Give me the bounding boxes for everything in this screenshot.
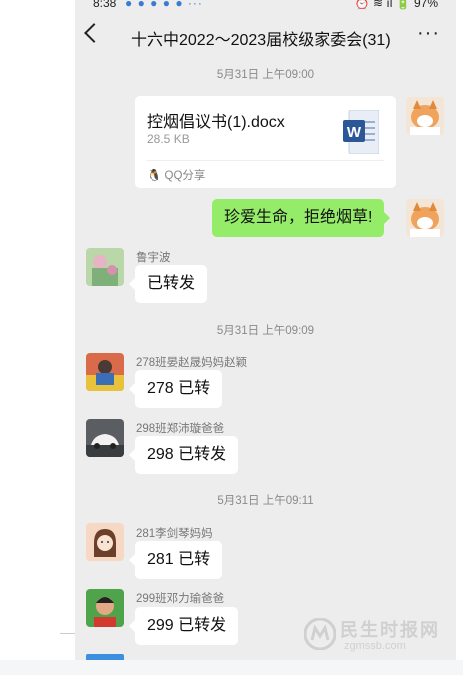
member-text-message[interactable]: 299 已转发 xyxy=(128,607,239,645)
message-text: 281 已转 xyxy=(147,551,211,568)
file-message[interactable]: 控烟倡议书(1).docx 28.5 KB W 🐧 QQ分享 xyxy=(135,96,396,188)
back-arrow-icon[interactable] xyxy=(84,23,104,43)
member-text-message[interactable]: 281 已转 xyxy=(128,541,223,579)
sender-name: 281李剑琴妈妈 xyxy=(136,528,213,540)
member-avatar[interactable] xyxy=(86,589,124,627)
notification-icons: ● ● ● ● ● ··· xyxy=(125,0,203,10)
sender-name: 278班晏赵晟妈妈赵颖 xyxy=(136,357,248,369)
chat-title: 十六中2022～2023届校级家委会(31) xyxy=(131,32,391,49)
member-avatar[interactable] xyxy=(86,419,124,457)
chat-screen: 8:38 ● ● ● ● ● ··· ⏰ ≋ ıl 🔋 97% 十六中2022～… xyxy=(75,0,456,660)
file-name: 控烟倡议书(1).docx xyxy=(147,114,285,131)
self-text-message[interactable]: 珍爱生命，拒绝烟草! xyxy=(212,199,391,237)
status-time: 8:38 xyxy=(93,0,117,10)
member-avatar[interactable] xyxy=(86,353,124,391)
message-text: 已转发 xyxy=(147,275,196,292)
bottom-strip xyxy=(0,660,463,675)
message-text: 珍爱生命，拒绝烟草! xyxy=(224,209,373,226)
timestamp: 5月31日 上午09:00 xyxy=(216,69,315,81)
member-avatar[interactable] xyxy=(86,523,124,561)
message-text: 298 已转发 xyxy=(147,446,227,463)
file-source: 🐧 QQ分享 xyxy=(147,167,205,183)
qq-penguin-icon: 🐧 xyxy=(147,170,162,182)
edge-line xyxy=(60,633,75,634)
self-avatar[interactable] xyxy=(406,199,444,237)
watermark-title: 民生时报网 xyxy=(340,620,440,640)
chat-header: 十六中2022～2023届校级家委会(31) ··· xyxy=(75,12,456,62)
timestamp: 5月31日 上午09:11 xyxy=(217,495,314,507)
self-avatar[interactable] xyxy=(406,97,444,135)
file-divider xyxy=(147,160,384,161)
status-right-icons: ⏰ ≋ ıl 🔋 97% xyxy=(354,0,438,10)
svg-text:W: W xyxy=(347,124,362,141)
watermark-url: zgmssb.com xyxy=(344,640,406,652)
word-doc-icon: W xyxy=(343,110,379,154)
sender-name: 298班郑沛璇爸爸 xyxy=(136,423,225,435)
watermark-logo-icon xyxy=(304,618,336,650)
timestamp: 5月31日 上午09:09 xyxy=(216,325,315,337)
message-text: 278 已转 xyxy=(147,380,211,397)
sender-name: 鲁宇波 xyxy=(136,252,171,264)
file-source-label: QQ分享 xyxy=(164,170,206,182)
status-bar: 8:38 ● ● ● ● ● ··· ⏰ ≋ ıl 🔋 97% xyxy=(75,0,456,12)
file-size: 28.5 KB xyxy=(147,132,190,146)
member-text-message[interactable]: 298 已转发 xyxy=(128,436,239,474)
member-text-message[interactable]: 已转发 xyxy=(128,265,208,303)
message-text: 299 已转发 xyxy=(147,617,227,634)
sender-name: 299班邓力瑜爸爸 xyxy=(136,593,225,605)
site-watermark: 民生时报网 zgmssb.com xyxy=(304,616,454,656)
member-avatar[interactable] xyxy=(86,248,124,286)
member-text-message[interactable]: 278 已转 xyxy=(128,370,223,408)
more-options-icon[interactable]: ··· xyxy=(417,22,440,45)
